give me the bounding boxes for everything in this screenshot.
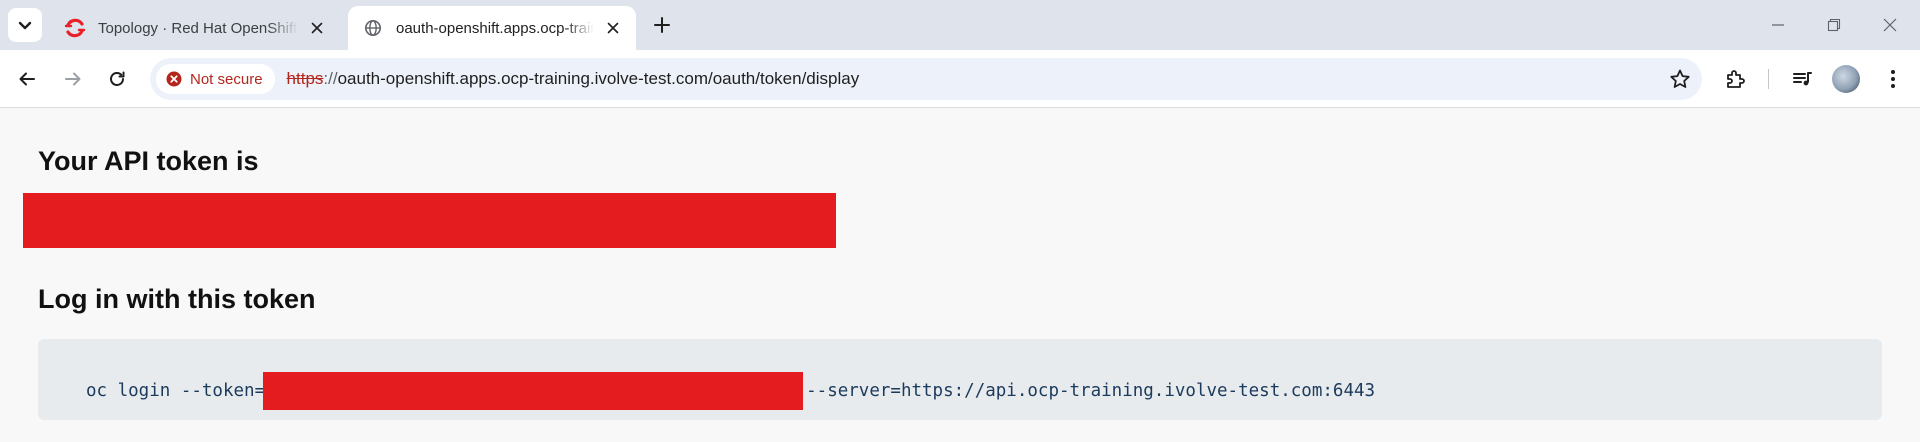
bookmark-star-button[interactable]	[1668, 67, 1692, 91]
new-tab-button[interactable]	[648, 11, 676, 39]
not-secure-icon	[166, 71, 182, 87]
login-heading: Log in with this token	[38, 284, 316, 314]
browser-toolbar: Not secure https://oauth-openshift.apps.…	[0, 50, 1920, 108]
tab-search-button[interactable]	[8, 8, 42, 42]
close-window-button[interactable]	[1862, 0, 1918, 50]
url-scheme: https	[286, 69, 324, 88]
tab-title: oauth-openshift.apps.ocp-trainin	[396, 19, 594, 37]
url-text[interactable]: https://oauth-openshift.apps.ocp-trainin…	[287, 69, 860, 89]
arrow-right-icon	[65, 72, 81, 86]
more-vert-icon	[1891, 70, 1895, 88]
profile-avatar[interactable]	[1832, 65, 1860, 93]
login-command-prefix: oc login --token=	[86, 381, 266, 401]
playlist-music-icon	[1793, 72, 1812, 86]
page-content: Your API token is Log in with this token…	[0, 108, 1920, 442]
security-label: Not secure	[190, 70, 263, 88]
login-command-suffix: --server=https://api.ocp-training.ivolve…	[806, 381, 1376, 401]
arrow-left-icon	[19, 72, 35, 86]
minimize-button[interactable]	[1750, 0, 1806, 50]
star-icon	[1670, 69, 1690, 88]
forward-button[interactable]	[56, 62, 90, 96]
url-path: oauth-openshift.apps.ocp-training.ivolve…	[337, 69, 860, 88]
address-bar[interactable]: Not secure https://oauth-openshift.apps.…	[150, 58, 1702, 100]
close-icon	[1883, 18, 1897, 32]
openshift-icon	[64, 17, 86, 39]
tab-topology[interactable]: Topology · Red Hat OpenShift C	[50, 6, 340, 50]
restore-icon	[1827, 18, 1841, 32]
toolbar-divider	[1768, 69, 1769, 89]
close-tab-icon[interactable]	[306, 17, 328, 39]
plus-icon	[654, 17, 670, 33]
url-separator: ://	[323, 69, 338, 88]
login-command-block[interactable]: oc login --token= --server=https://api.o…	[38, 339, 1882, 420]
minimize-icon	[1772, 24, 1784, 26]
browser-menu-button[interactable]	[1876, 62, 1910, 96]
restore-button[interactable]	[1806, 0, 1862, 50]
tab-strip: Topology · Red Hat OpenShift C oauth-ope…	[0, 0, 1920, 50]
security-chip[interactable]: Not secure	[156, 64, 275, 94]
redacted-token-inline	[263, 372, 804, 410]
media-controls-button[interactable]	[1785, 62, 1819, 96]
puzzle-icon	[1727, 70, 1745, 88]
redacted-token	[23, 193, 836, 248]
close-tab-icon[interactable]	[602, 17, 624, 39]
tab-title: Topology · Red Hat OpenShift C	[98, 19, 298, 37]
extensions-button[interactable]	[1718, 62, 1752, 96]
globe-icon	[362, 17, 384, 39]
reload-button[interactable]	[100, 62, 134, 96]
login-command: oc login --token= --server=https://api.o…	[86, 372, 1375, 410]
chevron-down-icon	[18, 21, 32, 30]
back-button[interactable]	[10, 62, 44, 96]
tab-oauth[interactable]: oauth-openshift.apps.ocp-trainin	[348, 6, 636, 50]
reload-icon	[110, 71, 125, 86]
api-token-heading: Your API token is	[38, 146, 259, 176]
